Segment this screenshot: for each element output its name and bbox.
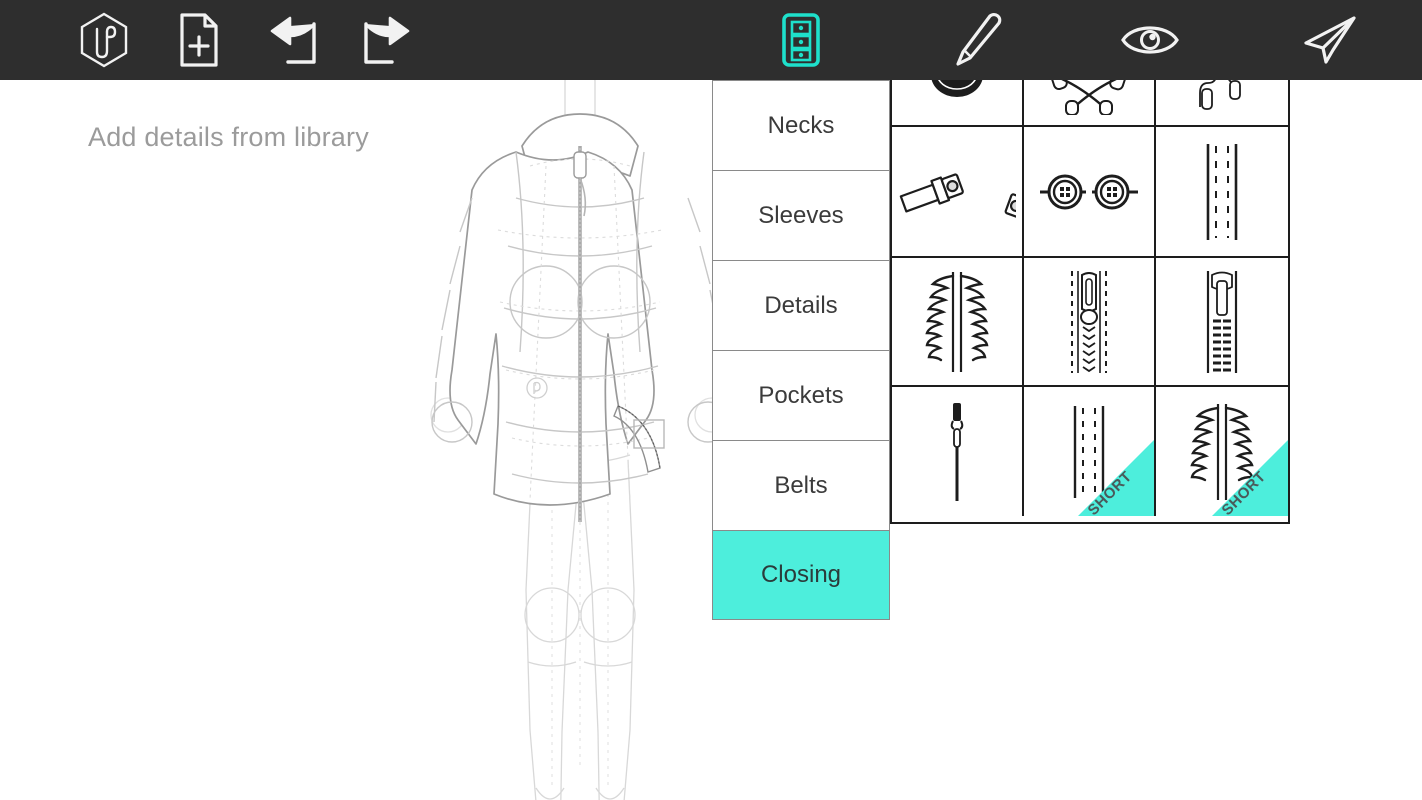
hexagon-monogram-icon <box>78 12 130 68</box>
category-label: Details <box>764 291 838 319</box>
category-item-details[interactable]: Details <box>712 260 890 350</box>
canvas-hint-text: Add details from library <box>88 122 369 152</box>
app-root: Add details from library Necks Sleeves D… <box>0 0 1422 800</box>
category-label: Closing <box>760 561 842 588</box>
category-label: Belts <box>774 471 828 499</box>
library-item-grid: SHORT SHORT <box>890 80 1290 524</box>
category-sidebar: Necks Sleeves Details Pockets Belts Clos… <box>712 80 890 620</box>
library-item-needle[interactable] <box>892 387 1024 516</box>
library-item-zipper-closed[interactable] <box>1156 258 1288 387</box>
grid-row <box>892 127 1288 258</box>
app-logo-button[interactable] <box>64 0 144 80</box>
undo-arrow-icon <box>268 14 320 66</box>
library-item-plain-placket[interactable]: SHORT <box>1024 387 1156 516</box>
category-label: Pockets <box>758 381 844 409</box>
top-toolbar <box>0 0 1422 80</box>
library-item-toggle-closure[interactable] <box>892 127 1024 258</box>
library-button[interactable] <box>761 0 841 80</box>
grid-row: SHORT SHORT <box>892 387 1288 516</box>
library-item-zipper-pull-open[interactable] <box>1024 258 1156 387</box>
grid-row <box>892 258 1288 387</box>
category-item-pockets[interactable]: Pockets <box>712 350 890 440</box>
undo-button[interactable] <box>254 0 334 80</box>
new-document-button[interactable] <box>159 0 239 80</box>
draw-button[interactable] <box>937 0 1017 80</box>
preview-button[interactable] <box>1110 0 1190 80</box>
category-item-sleeves[interactable]: Sleeves <box>712 170 890 260</box>
library-item-snap-fastener-pair[interactable] <box>1024 127 1156 258</box>
redo-button[interactable] <box>346 0 426 80</box>
send-button[interactable] <box>1290 0 1370 80</box>
category-item-necks[interactable]: Necks <box>712 80 890 170</box>
category-item-closing[interactable]: Closing <box>712 530 890 620</box>
eye-icon <box>1119 20 1181 60</box>
library-item-crossed-toggles[interactable] <box>1024 80 1156 127</box>
pencil-icon <box>950 12 1004 68</box>
file-plus-icon <box>178 13 220 67</box>
library-item-hook-pair[interactable] <box>1156 80 1288 127</box>
library-item-round-button[interactable] <box>892 80 1024 127</box>
redo-arrow-icon <box>360 14 412 66</box>
library-item-gathered-placket[interactable]: SHORT <box>1156 387 1288 516</box>
paper-plane-icon <box>1302 15 1358 65</box>
grid-row <box>892 80 1288 127</box>
category-label: Necks <box>767 111 835 139</box>
category-label: Sleeves <box>758 201 844 229</box>
category-item-belts[interactable]: Belts <box>712 440 890 530</box>
library-panel-icon <box>780 12 822 68</box>
library-item-stitched-placket[interactable] <box>1156 127 1288 258</box>
library-item-gathered-zipper[interactable] <box>892 258 1024 387</box>
